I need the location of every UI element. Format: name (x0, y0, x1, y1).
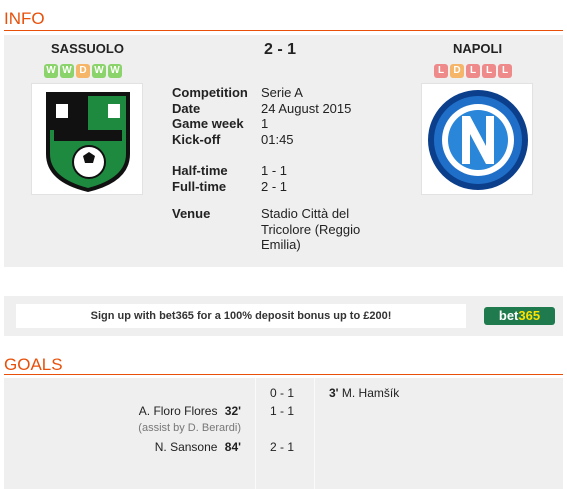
bet365-logo-prefix: bet (498, 308, 519, 323)
home-form-4: W (92, 64, 106, 78)
match-details: Competition Serie A Date 24 August 2015 … (172, 85, 381, 253)
goal-3-minute: 84' (224, 440, 241, 454)
goals-divider (4, 374, 563, 375)
away-form-2: D (450, 64, 464, 78)
home-team-logo[interactable] (31, 83, 143, 195)
detail-label: Competition (172, 85, 248, 100)
goal-2-minute: 32' (224, 404, 241, 418)
detail-label: Half-time (172, 163, 228, 178)
napoli-crest-icon (428, 90, 528, 190)
home-form-5: W (108, 64, 122, 78)
detail-venue: Venue Stadio Città del Tricolore (Reggio… (172, 206, 381, 253)
goal-2-player[interactable]: A. Floro Flores (139, 404, 218, 418)
goal-3-home: N. Sansone 84' (100, 440, 241, 454)
home-form-3: D (76, 64, 90, 78)
goals-divider-left (255, 378, 256, 489)
detail-value[interactable]: Serie A (261, 85, 381, 101)
bet365-logo[interactable]: bet365 (484, 307, 555, 325)
detail-half-time: Half-time 1 - 1 (172, 163, 381, 179)
detail-label: Game week (172, 116, 244, 131)
goal-1-minute: 3' (329, 386, 339, 400)
detail-label: Date (172, 100, 201, 116)
info-section-title: INFO (4, 9, 45, 28)
away-form-4: L (482, 64, 496, 78)
detail-value[interactable]: Stadio Città del Tricolore (Reggio Emili… (261, 206, 381, 253)
detail-value: 1 - 1 (261, 163, 288, 178)
detail-kick-off: Kick-off 01:45 (172, 132, 381, 148)
away-form-5: L (498, 64, 512, 78)
detail-competition: Competition Serie A (172, 85, 381, 101)
goals-divider-right (314, 378, 315, 489)
goal-2-score: 1 - 1 (270, 404, 295, 418)
detail-value: 2 - 1 (261, 178, 288, 194)
away-team-logo[interactable] (421, 83, 533, 195)
detail-label: Venue (172, 206, 211, 221)
away-form-row: L D L L L (434, 64, 512, 78)
ad-banner[interactable]: Sign up with bet365 for a 100% deposit b… (16, 304, 466, 328)
home-form-1: W (44, 64, 58, 78)
info-divider (4, 30, 563, 31)
goal-3-player[interactable]: N. Sansone (155, 440, 218, 454)
detail-value: 24 August 2015 (261, 100, 352, 116)
detail-value: 1 (261, 116, 269, 131)
away-team-name[interactable]: NAPOLI (420, 41, 535, 56)
detail-date: Date 24 August 2015 (172, 101, 381, 117)
away-form-3: L (466, 64, 480, 78)
home-team-name[interactable]: SASSUOLO (30, 41, 145, 56)
detail-label: Kick-off (172, 131, 221, 147)
away-form-1: L (434, 64, 448, 78)
home-form-2: W (60, 64, 74, 78)
goals-section-title: GOALS (4, 355, 63, 374)
goal-3-score: 2 - 1 (270, 440, 295, 454)
bet365-logo-suffix: 365 (518, 308, 541, 323)
final-score: 2 - 1 (263, 41, 296, 58)
detail-full-time: Full-time 2 - 1 (172, 179, 381, 195)
home-form-row: W W D W W (44, 64, 122, 78)
goal-1-score: 0 - 1 (270, 386, 295, 400)
goal-1-player[interactable]: M. Hamšík (342, 386, 399, 400)
goal-2-home: A. Floro Flores 32' (100, 404, 241, 418)
goal-2-assist: (assist by D. Berardi) (138, 422, 241, 434)
goal-1-away: 3' M. Hamšík (329, 386, 399, 400)
detail-value: 01:45 (261, 131, 294, 147)
detail-game-week: Game week 1 (172, 116, 381, 132)
sassuolo-crest-icon (46, 92, 130, 192)
detail-label: Full-time (172, 178, 227, 194)
